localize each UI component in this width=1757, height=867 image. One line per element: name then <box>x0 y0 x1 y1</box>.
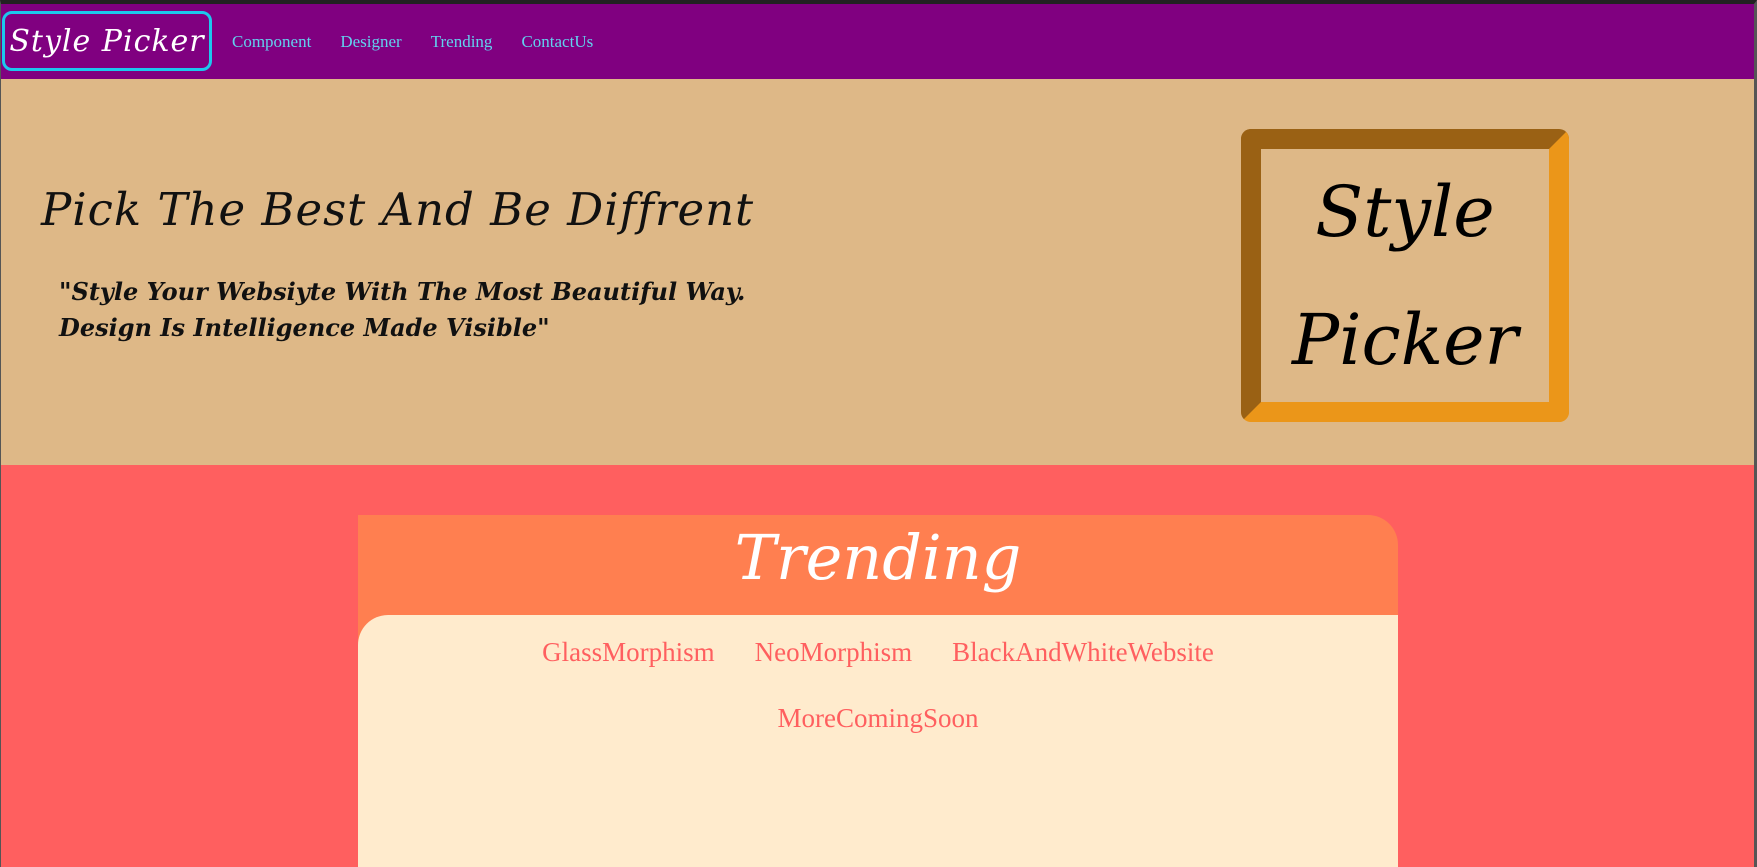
nav-link-contactus[interactable]: ContactUs <box>521 32 593 52</box>
nav-link-trending[interactable]: Trending <box>431 32 493 52</box>
trending-title: Trending <box>734 521 1022 594</box>
trending-panel: GlassMorphism NeoMorphism BlackAndWhiteW… <box>358 615 1398 867</box>
hero-title: Pick The Best And Be Diffrent <box>41 183 755 236</box>
trend-link-neomorphism[interactable]: NeoMorphism <box>755 637 913 668</box>
trend-link-morecomingsoon[interactable]: MoreComingSoon <box>777 703 978 734</box>
trending-section: Trending GlassMorphism NeoMorphism Black… <box>1 465 1754 867</box>
trending-row: MoreComingSoon <box>358 703 1398 734</box>
style-picker-logo: Style Picker <box>1241 129 1569 422</box>
page: Style Picker Component Designer Trending… <box>0 0 1757 867</box>
hero-section: Pick The Best And Be Diffrent "Style You… <box>1 79 1754 465</box>
nav-link-component[interactable]: Component <box>232 32 311 52</box>
nav-links: Component Designer Trending ContactUs <box>232 4 622 79</box>
navbar: Style Picker Component Designer Trending… <box>1 4 1754 79</box>
nav-link-designer[interactable]: Designer <box>340 32 401 52</box>
trend-link-glassmorphism[interactable]: GlassMorphism <box>542 637 715 668</box>
trend-link-blackandwhitewebsite[interactable]: BlackAndWhiteWebsite <box>952 637 1214 668</box>
logo-line-picker: Picker <box>1292 298 1518 381</box>
trending-row: GlassMorphism NeoMorphism BlackAndWhiteW… <box>358 637 1398 668</box>
brand-logo-link[interactable]: Style Picker <box>2 11 212 71</box>
logo-line-style: Style <box>1315 170 1495 253</box>
hero-quote: "Style Your Websiyte With The Most Beaut… <box>59 277 746 342</box>
